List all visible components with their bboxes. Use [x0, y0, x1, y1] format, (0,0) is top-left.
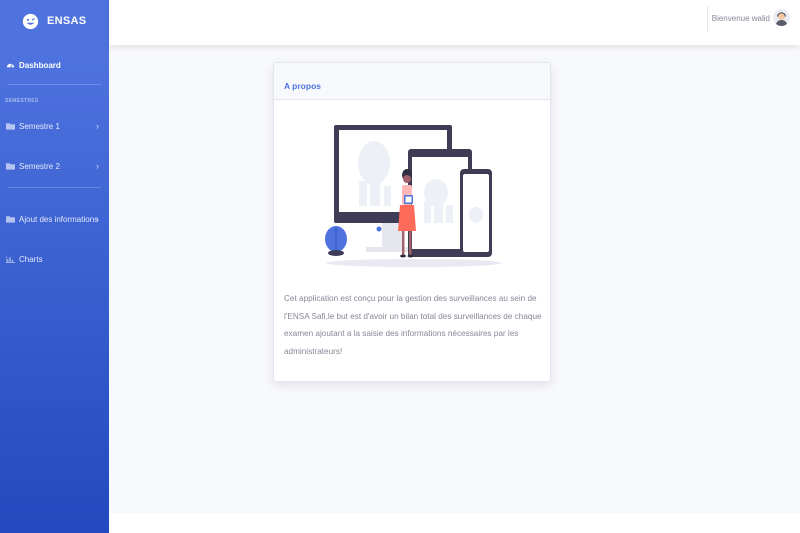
- chart-icon: [6, 255, 15, 264]
- about-text: Cet application est conçu pour la gestio…: [284, 294, 542, 356]
- sidebar-item-label: Charts: [19, 254, 43, 264]
- laugh-wink-icon: [22, 13, 39, 29]
- user-avatar[interactable]: [773, 9, 790, 26]
- topbar-divider: [707, 6, 708, 32]
- brand-name: ENSAS: [47, 15, 87, 27]
- sidebar-item-semestre-1[interactable]: Semestre 1 ›: [0, 118, 109, 134]
- sidebar-item-label: Semestre 1: [19, 121, 60, 131]
- sidebar-item-label: Semestre 2: [19, 161, 60, 171]
- sidebar-divider: [8, 187, 101, 188]
- sidebar-item-ajout-informations[interactable]: Ajout des informations ›: [0, 211, 109, 227]
- footer: [109, 513, 800, 533]
- tachometer-icon: [6, 61, 15, 70]
- card-header: A propos: [274, 63, 550, 100]
- sidebar-divider: [8, 84, 101, 85]
- card-title: A propos: [284, 81, 321, 91]
- sidebar-item-semestre-2[interactable]: Semestre 2 ›: [0, 158, 109, 174]
- sidebar-item-label: Dashboard: [19, 60, 61, 70]
- sidebar-item-label: Ajout des informations: [19, 214, 99, 224]
- folder-icon: [6, 162, 15, 171]
- chevron-right-icon: ›: [96, 121, 99, 131]
- folder-icon: [6, 122, 15, 131]
- topbar: Bienvenue walid: [109, 0, 800, 45]
- about-card: A propos Cet application est conçu pour …: [273, 62, 551, 382]
- folder-icon: [6, 215, 15, 224]
- sidebar-item-dashboard[interactable]: Dashboard: [0, 57, 109, 73]
- sidebar-item-charts[interactable]: Charts: [0, 251, 109, 267]
- user-greeting[interactable]: Bienvenue walid: [712, 14, 770, 23]
- avatar-icon: [773, 9, 790, 26]
- chevron-right-icon: ›: [96, 161, 99, 171]
- sidebar-brand[interactable]: ENSAS: [0, 0, 109, 42]
- chevron-right-icon: ›: [96, 214, 99, 224]
- devices-illustration: [325, 125, 502, 267]
- sidebar: ENSAS Dashboard SEMESTRES Semestre 1 › S…: [0, 0, 109, 533]
- sidebar-heading: SEMESTRES: [5, 98, 39, 104]
